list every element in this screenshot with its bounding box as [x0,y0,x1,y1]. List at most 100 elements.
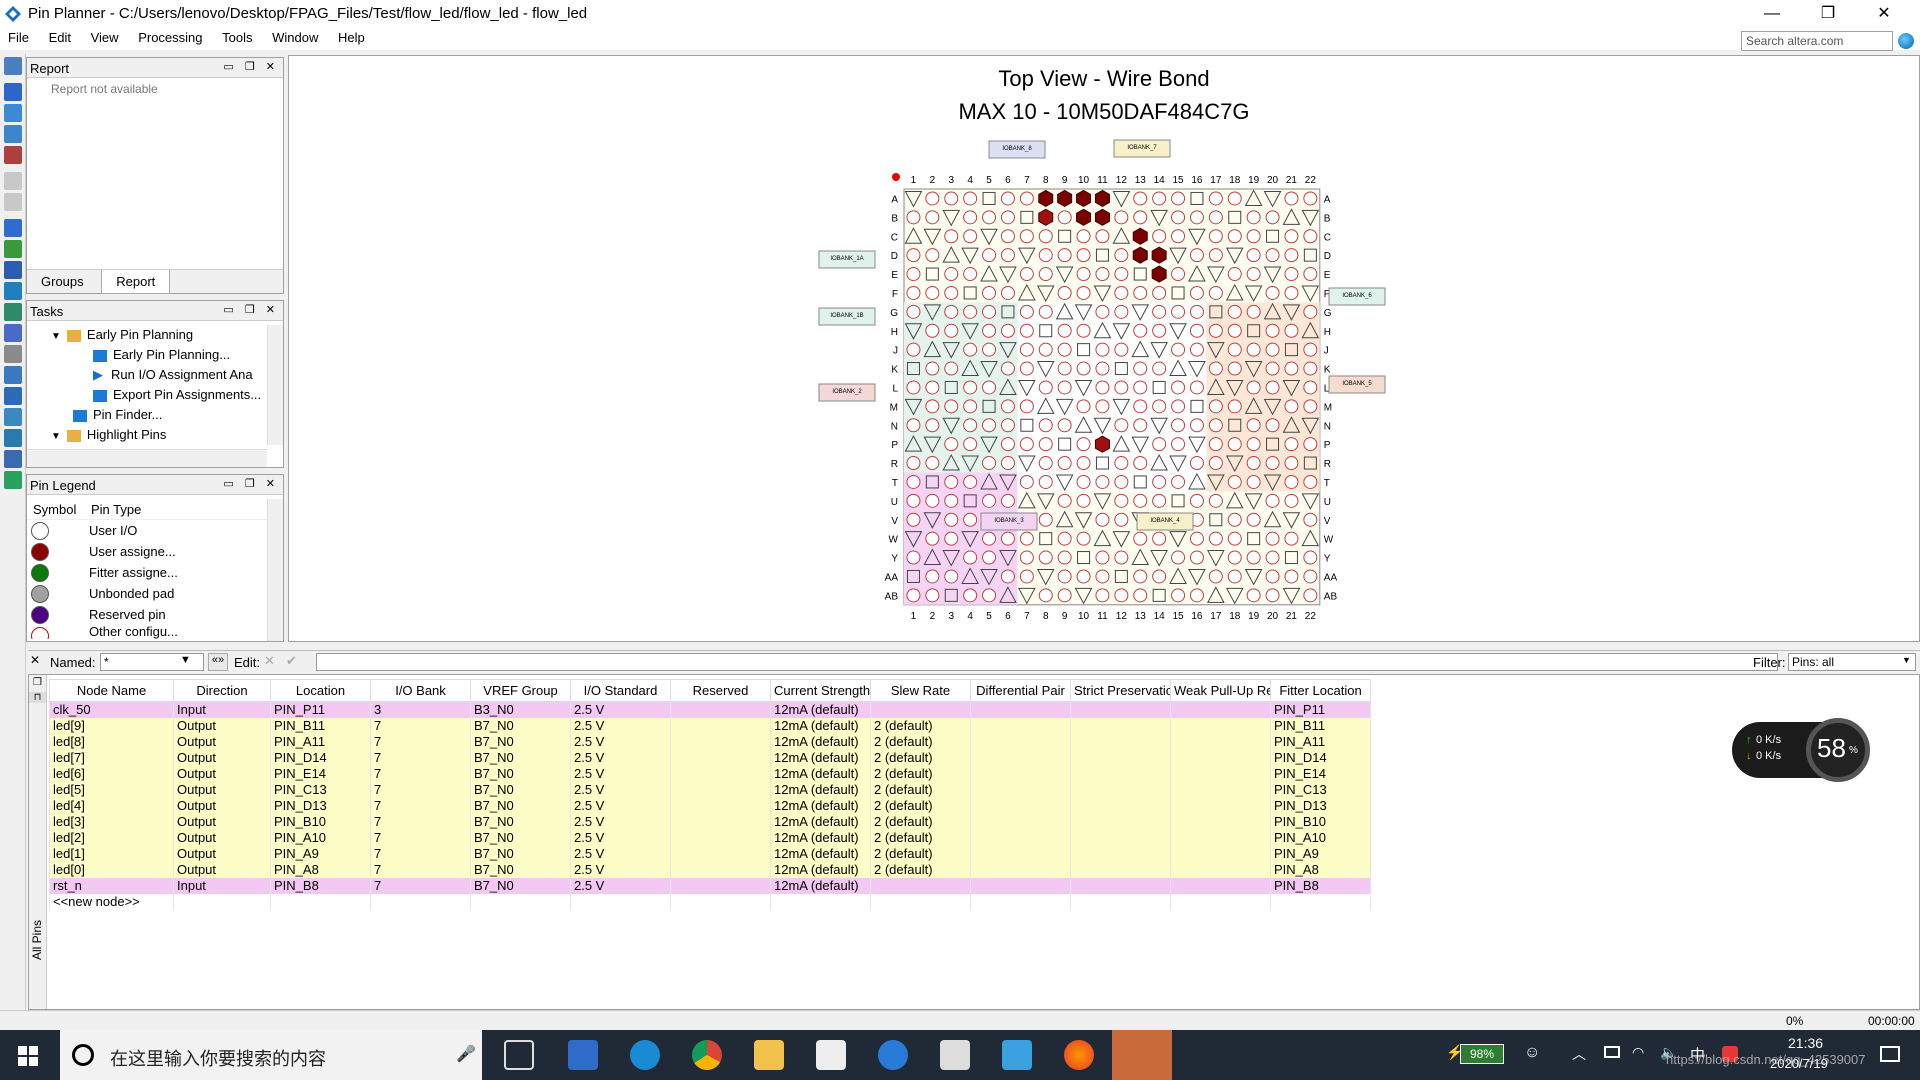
user-io-pin[interactable] [1095,399,1110,414]
user-io-pin[interactable] [1265,248,1280,263]
tab-report[interactable]: Report [101,270,171,294]
user-io-pin[interactable] [906,512,921,527]
app-icon-l[interactable] [878,1040,908,1070]
export-icon[interactable] [4,429,22,447]
user-io-pin[interactable] [1133,493,1148,508]
table-cell[interactable]: outled[9] [49,718,174,734]
user-io-pin[interactable] [1303,399,1318,414]
user-io-pin[interactable] [1265,285,1280,300]
user-io-pin[interactable] [1227,323,1242,338]
user-io-pin[interactable] [1265,418,1280,433]
user-io-pin[interactable] [1095,380,1110,395]
user-io-pin[interactable] [1114,550,1129,565]
user-io-pin[interactable] [1284,191,1299,206]
float-icon[interactable]: ❐ [29,677,46,688]
user-io-pin[interactable] [1000,437,1015,452]
menu-view[interactable]: View [83,28,127,50]
user-io-pin[interactable] [1189,588,1204,603]
user-io-pin[interactable] [1265,210,1280,225]
legend-icon[interactable] [4,366,22,384]
chrome-browser-icon[interactable] [692,1040,722,1070]
table-cell[interactable]: outled[8] [49,734,174,750]
user-io-pin[interactable] [1038,342,1053,357]
assigned-pin[interactable] [1057,189,1073,208]
user-io-pin[interactable] [963,550,978,565]
user-io-pin[interactable] [1152,399,1167,414]
user-io-pin[interactable] [1208,210,1223,225]
mail-icon[interactable] [940,1040,970,1070]
user-io-pin[interactable] [1057,531,1072,546]
user-io-pin[interactable] [1019,474,1034,489]
user-io-pin[interactable] [1303,437,1318,452]
user-io-pin[interactable] [963,512,978,527]
user-io-pin[interactable] [1152,191,1167,206]
battery-level[interactable]: 98% [1460,1044,1504,1064]
user-io-pin[interactable] [1076,399,1091,414]
table-cell[interactable]: outled[1] [49,846,174,862]
people-icon[interactable]: ☺ [1524,1044,1540,1062]
user-io-pin[interactable] [925,493,940,508]
user-io-pin[interactable] [1038,248,1053,263]
user-io-pin[interactable] [963,437,978,452]
user-io-pin[interactable] [1208,493,1223,508]
user-io-pin[interactable] [1076,229,1091,244]
user-io-pin[interactable] [1019,399,1034,414]
assigned-pin[interactable] [1038,189,1054,208]
select-arrow-icon[interactable] [4,83,22,101]
user-io-pin[interactable] [906,474,921,489]
user-io-pin[interactable] [1284,248,1299,263]
user-io-pin[interactable] [1114,418,1129,433]
table-cell[interactable]: outled[5] [49,782,174,798]
user-io-pin[interactable] [925,531,940,546]
user-io-pin[interactable] [1133,588,1148,603]
user-io-pin[interactable] [1114,304,1129,319]
user-io-pin[interactable] [1246,588,1261,603]
user-io-pin[interactable] [1303,588,1318,603]
user-io-pin[interactable] [1038,304,1053,319]
table-cell[interactable]: inclk_50 [49,701,174,718]
user-io-pin[interactable] [1038,418,1053,433]
column-header[interactable]: Current Strength [770,679,871,702]
table-cell[interactable]: outled[4] [49,798,174,814]
user-io-pin[interactable] [1284,323,1299,338]
user-io-pin[interactable] [1171,229,1186,244]
store-icon[interactable] [816,1040,846,1070]
user-io-pin[interactable] [1284,285,1299,300]
user-io-pin[interactable] [1133,191,1148,206]
user-io-pin[interactable] [982,210,997,225]
user-io-pin[interactable] [906,493,921,508]
user-io-pin[interactable] [1114,285,1129,300]
grid-icon[interactable] [4,471,22,489]
user-io-pin[interactable] [1019,229,1034,244]
user-io-pin[interactable] [1038,474,1053,489]
user-io-pin[interactable] [1133,285,1148,300]
assigned-pin[interactable] [1151,265,1167,283]
user-io-pin[interactable] [1019,361,1034,376]
user-io-pin[interactable] [1019,191,1034,206]
panel-buttons[interactable]: ▭ ❐ ✕ [223,60,279,73]
user-io-pin[interactable] [1000,456,1015,471]
table-cell[interactable]: outled[7] [49,750,174,766]
user-io-pin[interactable] [1227,437,1242,452]
user-io-pin[interactable] [1303,569,1318,584]
column-header[interactable]: I/O Standard [570,679,671,702]
task-view-icon[interactable] [504,1040,534,1070]
user-io-pin[interactable] [1284,531,1299,546]
user-io-pin[interactable] [944,512,959,527]
column-header[interactable]: Location [270,679,371,702]
user-io-pin[interactable] [1246,267,1261,282]
user-io-pin[interactable] [1076,285,1091,300]
user-io-pin[interactable] [1265,588,1280,603]
user-io-pin[interactable] [925,380,940,395]
user-io-pin[interactable] [1189,304,1204,319]
accept-edit-icon[interactable]: ✔ [286,653,297,669]
user-io-pin[interactable] [1133,418,1148,433]
table-row[interactable]: outled[1]OutputPIN_A97B7_N02.5 V12mA (de… [49,846,1371,862]
user-io-pin[interactable] [1133,361,1148,376]
user-io-pin[interactable] [1114,210,1129,225]
edge-browser-icon[interactable] [630,1040,660,1070]
user-io-pin[interactable] [1152,361,1167,376]
user-io-pin[interactable] [906,248,921,263]
user-io-pin[interactable] [1057,493,1072,508]
table-cell[interactable]: inrst_n [49,878,174,894]
